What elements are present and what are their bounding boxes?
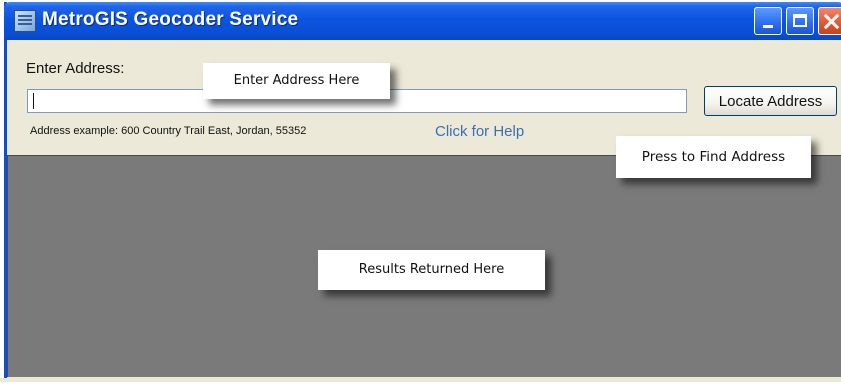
- address-example-text: Address example: 600 Country Trail East,…: [30, 125, 307, 137]
- results-callout: Results Returned Here: [318, 250, 545, 290]
- maximize-icon[interactable]: [786, 7, 814, 35]
- title-bar[interactable]: MetroGIS Geocoder Service: [4, 2, 841, 40]
- window-title: MetroGIS Geocoder Service: [42, 9, 299, 30]
- close-icon[interactable]: [818, 7, 841, 35]
- window-bottom-edge: [0, 378, 841, 382]
- help-link[interactable]: Click for Help: [435, 123, 524, 140]
- text-caret: [33, 93, 34, 109]
- map-app-icon: [14, 10, 36, 32]
- minimize-icon[interactable]: [754, 7, 782, 35]
- address-label: Enter Address:: [26, 60, 125, 77]
- enter-address-callout: Enter Address Here: [203, 63, 390, 99]
- locate-address-button[interactable]: Locate Address: [704, 86, 837, 116]
- find-address-callout: Press to Find Address: [616, 136, 811, 178]
